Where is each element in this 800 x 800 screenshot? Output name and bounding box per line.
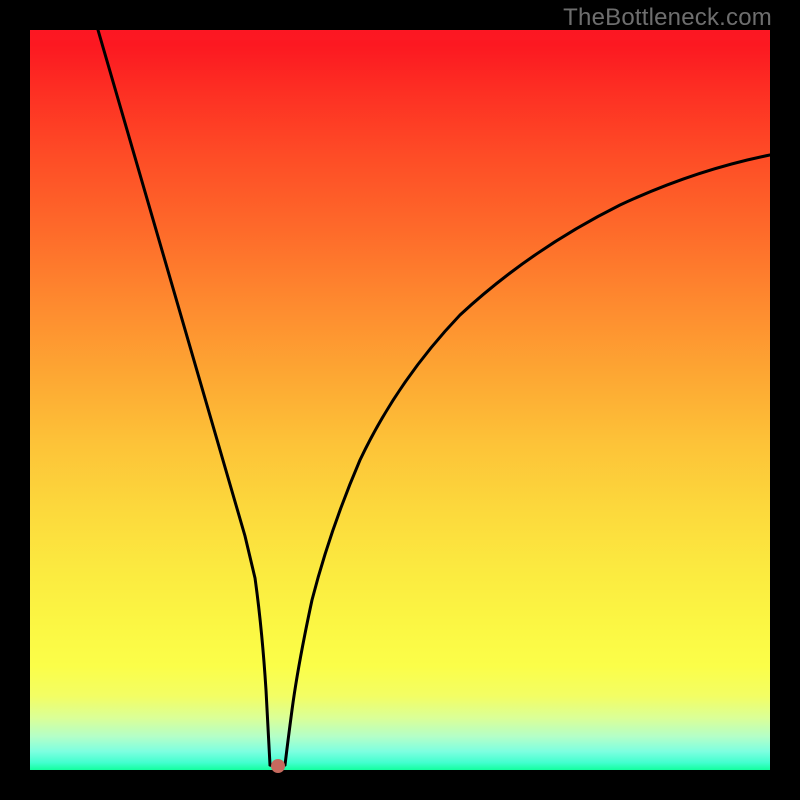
plot-area [30,30,770,770]
minimum-marker [271,759,285,773]
chart-frame: TheBottleneck.com [0,0,800,800]
curve-left-branch [98,30,270,765]
bottleneck-curve [30,30,770,770]
watermark-text: TheBottleneck.com [563,4,772,32]
curve-right-branch [285,155,770,765]
